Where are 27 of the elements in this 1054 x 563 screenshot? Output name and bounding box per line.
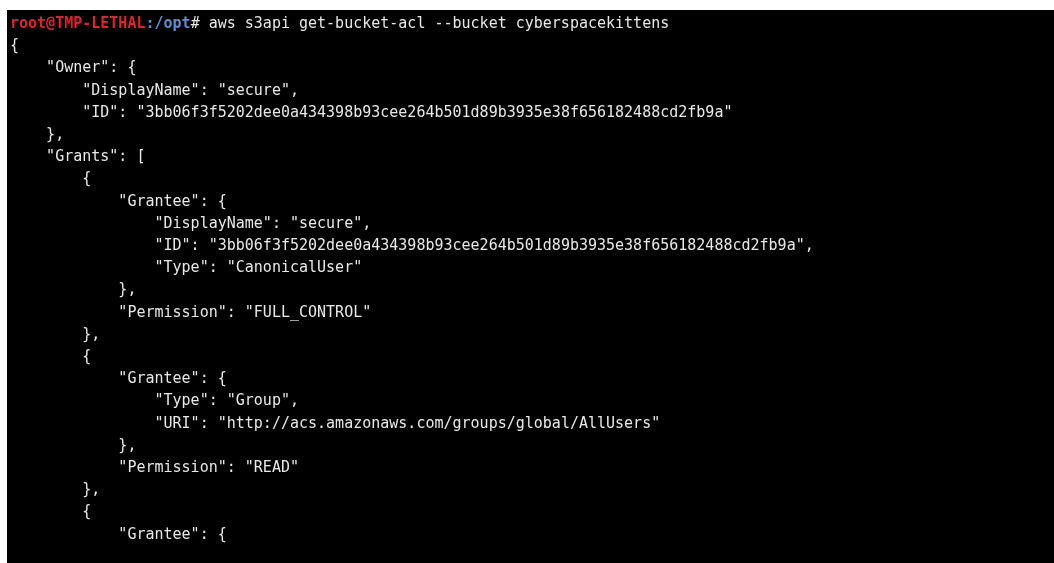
output-line: }, — [117, 279, 137, 301]
output-line: "Grantee": { — [117, 523, 227, 545]
prompt-path: :/opt — [145, 13, 191, 34]
output-line: }, — [117, 434, 137, 456]
output-line: "Type": "Group", — [153, 390, 299, 412]
prompt-user-host: root@TMP-LETHAL — [10, 13, 146, 34]
output-line: }, — [81, 479, 101, 501]
output-line: }, — [81, 323, 101, 345]
output-line: }, — [45, 124, 65, 145]
output-line: "ID": "3bb06f3f5202dee0a434398b93cee264b501d89b3935e38f656182488cd2fb9a" — [81, 101, 733, 123]
output-line: "URI": "http://acs.amazonaws.com/groups/global/AllUsers" — [153, 412, 661, 434]
output-line: "Grantee": { — [117, 368, 227, 390]
command-text: aws s3api get-bucket-acl --bucket cyberspacekittens — [208, 13, 670, 34]
output-line: "DisplayName": "secure", — [153, 212, 372, 234]
output-line: { — [81, 501, 92, 523]
output-line: "Permission": "FULL_CONTROL" — [117, 301, 372, 323]
output-line: "Grantee": { — [117, 190, 227, 212]
output-line: "Owner": { — [45, 57, 137, 79]
output-line: { — [10, 35, 20, 57]
output-line: "ID": "3bb06f3f5202dee0a434398b93cee264b501d89b3935e38f656182488cd2fb9a", — [153, 235, 814, 257]
prompt-symbol: # — [190, 13, 200, 34]
output-line: "DisplayName": "secure", — [81, 79, 299, 101]
output-line: "Permission": "READ" — [117, 457, 299, 479]
output-line: "Grants": [ — [45, 146, 146, 168]
output-line: "Type": "CanonicalUser" — [153, 257, 363, 279]
output-line: { — [81, 346, 92, 368]
output-line: { — [81, 168, 92, 190]
